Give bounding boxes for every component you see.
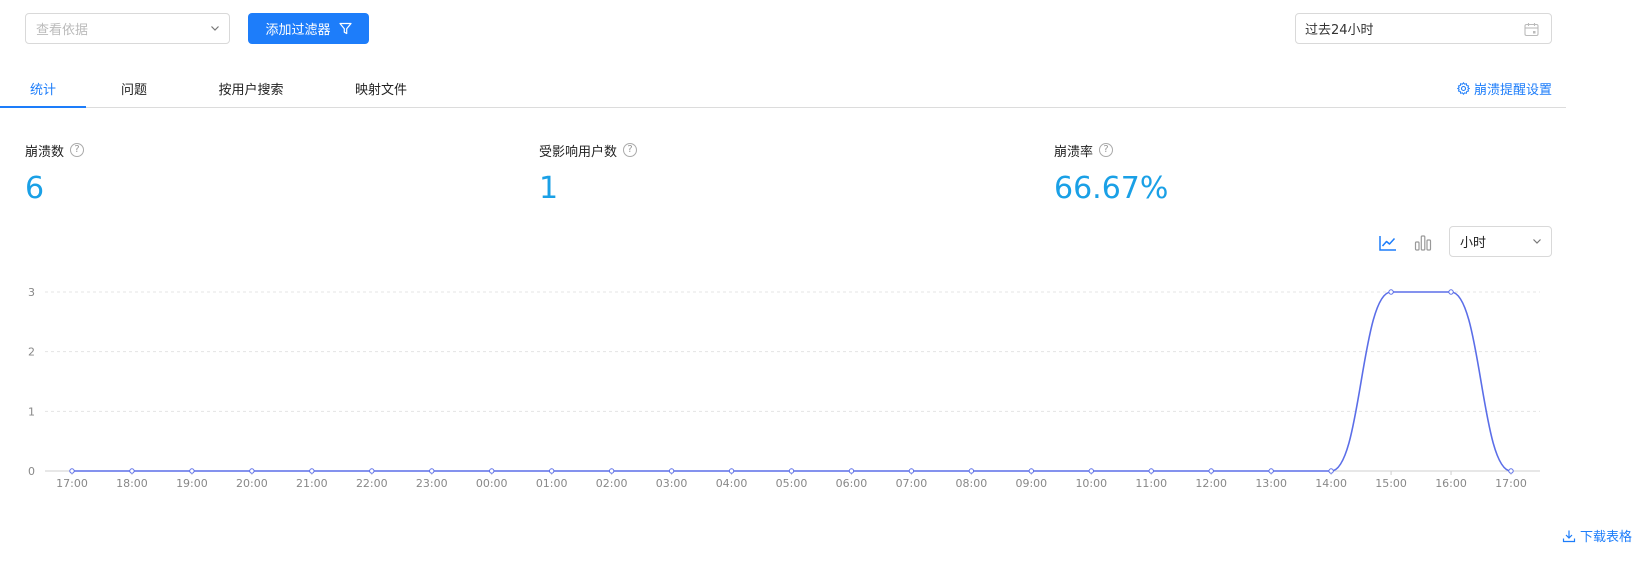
data-point	[309, 468, 315, 474]
chevron-down-icon	[211, 26, 219, 31]
tab-issues[interactable]: 问题	[100, 68, 168, 108]
tab-bar: 统计 问题 按用户搜索 映射文件 崩溃提醒设置	[0, 68, 1566, 108]
x-tick-label: 05:00	[776, 477, 808, 490]
x-tick-label: 12:00	[1195, 477, 1227, 490]
bar-chart-icon[interactable]	[1413, 233, 1433, 253]
help-icon[interactable]: ?	[70, 143, 85, 157]
metric-crash-count: 崩溃数? 6	[25, 142, 85, 206]
view-by-select[interactable]: 查看依据	[25, 13, 230, 44]
tab-statistics[interactable]: 统计	[0, 68, 86, 108]
x-tick-label: 13:00	[1255, 477, 1287, 490]
filter-icon	[338, 22, 352, 35]
active-tab-indicator	[0, 106, 86, 108]
data-point	[1208, 468, 1214, 474]
data-point	[1268, 468, 1274, 474]
x-tick-label: 14:00	[1315, 477, 1347, 490]
add-filter-button[interactable]: 添加过滤器	[248, 13, 369, 44]
x-tick-label: 06:00	[836, 477, 868, 490]
data-point	[788, 468, 795, 474]
data-point	[1028, 468, 1035, 474]
tab-mapping-files[interactable]: 映射文件	[340, 68, 422, 108]
x-tick-label: 19:00	[176, 477, 208, 490]
data-point	[249, 468, 255, 474]
y-tick-label: 2	[28, 346, 35, 359]
metric-value: 1	[539, 171, 559, 206]
data-point	[1508, 468, 1514, 474]
x-tick-label: 16:00	[1435, 477, 1467, 490]
x-tick-label: 18:00	[116, 477, 148, 490]
x-tick-label: 17:00	[56, 477, 88, 490]
data-point	[668, 468, 675, 474]
data-point	[1088, 468, 1094, 474]
data-point	[548, 468, 555, 474]
add-filter-label: 添加过滤器	[265, 23, 331, 38]
metric-value: 6	[25, 171, 45, 206]
gear-icon	[1456, 81, 1470, 95]
data-point	[968, 468, 975, 474]
data-point	[1328, 468, 1334, 474]
x-tick-label: 07:00	[896, 477, 928, 490]
crash-alert-settings-label: 崩溃提醒设置	[1473, 82, 1552, 98]
download-table-label: 下载表格	[1579, 530, 1632, 545]
x-tick-label: 20:00	[236, 477, 268, 490]
y-tick-label: 1	[28, 405, 35, 418]
x-tick-label: 22:00	[356, 477, 388, 490]
x-tick-label: 03:00	[656, 477, 688, 490]
metric-label: 崩溃数	[25, 144, 65, 160]
data-point	[848, 468, 855, 474]
granularity-value: 小时	[1460, 236, 1487, 251]
date-range-picker[interactable]: 过去24小时	[1295, 13, 1552, 44]
data-point	[489, 468, 495, 474]
tab-search-by-user[interactable]: 按用户搜索	[205, 68, 297, 108]
data-point	[429, 468, 435, 474]
metric-affected-users: 受影响用户数? 1	[539, 142, 638, 206]
line-chart-icon[interactable]	[1378, 233, 1398, 253]
x-tick-label: 11:00	[1135, 477, 1167, 490]
data-point	[608, 468, 615, 474]
download-table-link[interactable]: 下载表格	[1562, 526, 1632, 545]
granularity-select[interactable]: 小时	[1449, 226, 1552, 257]
x-tick-label: 02:00	[596, 477, 628, 490]
data-point	[369, 468, 375, 474]
crash-alert-settings-link[interactable]: 崩溃提醒设置	[1456, 68, 1552, 108]
data-point	[129, 468, 135, 474]
metric-crash-rate: 崩溃率? 66.67%	[1054, 142, 1168, 204]
chevron-down-icon	[1533, 239, 1541, 244]
x-tick-label: 10:00	[1075, 477, 1107, 490]
calendar-icon	[1524, 23, 1539, 37]
date-range-value: 过去24小时	[1305, 23, 1374, 38]
download-icon	[1562, 530, 1576, 542]
metric-label: 受影响用户数	[539, 144, 618, 160]
view-by-placeholder: 查看依据	[36, 23, 89, 38]
data-point	[1388, 289, 1394, 295]
series-line	[72, 291, 1512, 472]
x-tick-label: 08:00	[956, 477, 988, 490]
data-point	[908, 468, 915, 474]
y-tick-label: 0	[28, 465, 35, 478]
help-icon[interactable]: ?	[1099, 143, 1114, 157]
x-tick-label: 09:00	[1015, 477, 1047, 490]
metric-label: 崩溃率	[1054, 144, 1094, 160]
x-tick-label: 00:00	[476, 477, 508, 490]
x-tick-label: 17:00	[1495, 477, 1527, 490]
x-tick-label: 01:00	[536, 477, 568, 490]
data-point	[1148, 468, 1154, 474]
data-point	[189, 468, 195, 474]
metric-value: 66.67%	[1054, 171, 1169, 206]
data-point	[1448, 289, 1454, 295]
x-tick-label: 23:00	[416, 477, 448, 490]
data-point	[69, 468, 75, 474]
crash-line-chart: 0 1 2 3 17:00 18:00 19:00 20:00 21:00 22:00 23:00 0…	[28, 286, 1540, 490]
x-tick-label: 04:00	[716, 477, 748, 490]
y-tick-label: 3	[28, 286, 35, 299]
x-tick-label: 21:00	[296, 477, 328, 490]
data-point	[728, 468, 735, 474]
help-icon[interactable]: ?	[623, 143, 638, 157]
x-tick-label: 15:00	[1375, 477, 1407, 490]
